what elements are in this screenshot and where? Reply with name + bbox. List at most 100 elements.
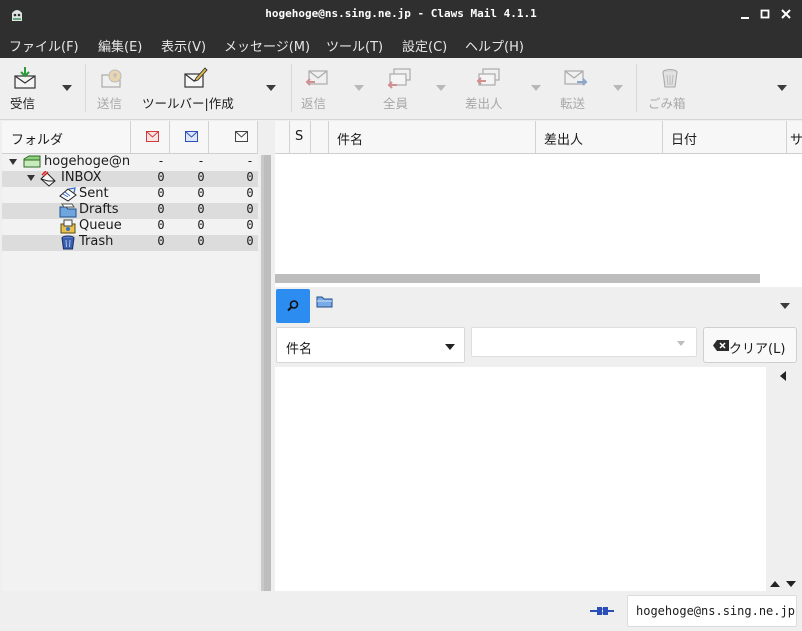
search-toggle-button[interactable]	[276, 289, 310, 323]
forward-icon	[564, 70, 588, 86]
title-bar: hogehoge@ns.sing.ne.jp - Claws Mail 4.1.…	[0, 0, 802, 30]
new-count: 0	[157, 170, 165, 184]
folder-header-label: フォルダ	[11, 133, 64, 148]
send-mail-icon	[101, 69, 122, 88]
new-count: 0	[157, 202, 165, 216]
receive-mail-icon	[14, 67, 36, 89]
quick-search-bar: 件名 クリア(L)	[275, 287, 802, 367]
new-column-header[interactable]	[131, 121, 170, 154]
toolbar-separator	[291, 64, 292, 112]
message-view-scrollbar[interactable]	[766, 367, 802, 591]
folder-name: hogehoge@ns.sing.ne.jp	[44, 154, 130, 169]
expander-icon[interactable]	[27, 175, 35, 181]
menu-edit[interactable]: 編集(E)	[98, 36, 142, 55]
total-column-header[interactable]	[209, 121, 258, 154]
forward-label: 転送	[560, 96, 586, 111]
compose-label: ツールバー|作成	[142, 96, 234, 111]
inbox-icon	[40, 171, 56, 187]
date-column-header[interactable]: 日付	[663, 121, 787, 154]
search-input[interactable]	[471, 327, 697, 357]
scroll-up-icon[interactable]	[770, 581, 780, 587]
folder-tree: フォルダ hogehoge@ns.sing.ne.jp - - -	[2, 121, 258, 591]
trash-label: ごみ箱	[648, 96, 686, 111]
status-header-label: S	[295, 129, 304, 144]
expand-left-icon[interactable]	[780, 371, 786, 381]
search-type-select[interactable]: 件名	[276, 327, 465, 363]
total-count: 0	[246, 186, 254, 200]
toolbar-overflow-arrow[interactable]	[777, 85, 787, 91]
forward-button[interactable]: 転送	[555, 58, 595, 116]
close-icon[interactable]	[778, 6, 794, 22]
reply-icon	[305, 70, 328, 86]
total-count: 0	[246, 202, 254, 216]
trash-folder-icon	[61, 235, 75, 250]
chevron-down-icon	[445, 344, 455, 350]
size-header-label: サ	[790, 133, 802, 148]
folder-row-trash[interactable]: Trash 0 0 0	[2, 234, 258, 251]
mark-column-header[interactable]	[275, 121, 290, 154]
maximize-icon[interactable]	[757, 6, 773, 22]
new-count: 0	[157, 234, 165, 248]
pane-divider-scrollbar[interactable]	[261, 155, 271, 591]
receive-menu-arrow[interactable]	[62, 85, 72, 91]
reply-all-button[interactable]: 全員	[378, 58, 418, 116]
search-folder-button[interactable]	[314, 291, 338, 315]
clear-button[interactable]: クリア(L)	[703, 327, 797, 363]
sender-header-label: 差出人	[544, 133, 584, 148]
message-list[interactable]: S 件名 差出人 日付 サ	[275, 121, 802, 287]
menu-tools[interactable]: ツール(T)	[326, 36, 383, 55]
folder-row-sent[interactable]: Sent 0 0 0	[2, 186, 258, 203]
expander-icon[interactable]	[9, 159, 17, 165]
search-icon	[287, 300, 299, 312]
reply-button[interactable]: 返信	[296, 58, 336, 116]
folder-row-account[interactable]: hogehoge@ns.sing.ne.jp - - -	[2, 154, 258, 171]
message-list-hscrollbar[interactable]	[275, 274, 760, 283]
folder-icon	[316, 296, 333, 308]
reply-sender-button[interactable]: 差出人	[461, 58, 511, 116]
scroll-down-icon[interactable]	[786, 581, 796, 587]
quick-search-menu-arrow[interactable]	[780, 303, 790, 309]
minimize-icon[interactable]	[737, 6, 753, 22]
forward-menu-arrow[interactable]	[613, 85, 623, 91]
reply-all-menu-arrow[interactable]	[436, 85, 446, 91]
subject-column-header[interactable]: 件名	[329, 121, 536, 154]
account-status-field: hogehoge@ns.sing.ne.jp	[627, 595, 797, 627]
chevron-down-icon	[677, 341, 685, 346]
online-plug-icon[interactable]	[589, 604, 615, 618]
reply-all-label: 全員	[383, 96, 409, 111]
drafts-folder-icon	[59, 203, 77, 218]
status-column-header[interactable]: S	[290, 121, 311, 154]
menu-bar: ファイル(F) 編集(E) 表示(V) メッセージ(M) ツール(T) 設定(C…	[0, 30, 802, 58]
backspace-clear-icon	[713, 340, 729, 351]
total-count: 0	[246, 218, 254, 232]
trash-button[interactable]: ごみ箱	[644, 58, 694, 116]
folder-column-header[interactable]: フォルダ	[2, 121, 131, 154]
unread-count: -	[197, 154, 205, 168]
total-count: 0	[246, 170, 254, 184]
compose-button[interactable]: ツールバー|作成	[140, 58, 250, 116]
status-bar: hogehoge@ns.sing.ne.jp	[0, 591, 802, 631]
toolbar-separator	[636, 64, 637, 112]
queue-folder-icon	[60, 219, 76, 234]
message-view[interactable]	[275, 367, 766, 591]
unread-column-header[interactable]	[170, 121, 209, 154]
size-column-header[interactable]: サ	[787, 121, 802, 154]
folder-row-drafts[interactable]: Drafts 0 0 0	[2, 202, 258, 219]
folder-row-inbox[interactable]: INBOX 0 0 0	[2, 170, 258, 187]
reply-sender-label: 差出人	[465, 96, 503, 111]
reply-all-icon	[387, 68, 411, 89]
reply-sender-menu-arrow[interactable]	[531, 85, 541, 91]
reply-menu-arrow[interactable]	[354, 85, 364, 91]
sender-column-header[interactable]: 差出人	[536, 121, 663, 154]
menu-configuration[interactable]: 設定(C)	[402, 36, 447, 55]
compose-menu-arrow[interactable]	[266, 85, 276, 91]
subject-header-label: 件名	[337, 133, 364, 148]
menu-message[interactable]: メッセージ(M)	[224, 36, 310, 55]
menu-help[interactable]: ヘルプ(H)	[465, 36, 524, 55]
send-button[interactable]: 送信	[92, 58, 132, 116]
menu-file[interactable]: ファイル(F)	[9, 36, 79, 55]
menu-view[interactable]: 表示(V)	[161, 36, 206, 55]
folder-row-queue[interactable]: Queue 0 0 0	[2, 218, 258, 235]
attachment-column-header[interactable]	[311, 121, 329, 154]
reply-label: 返信	[301, 96, 327, 111]
